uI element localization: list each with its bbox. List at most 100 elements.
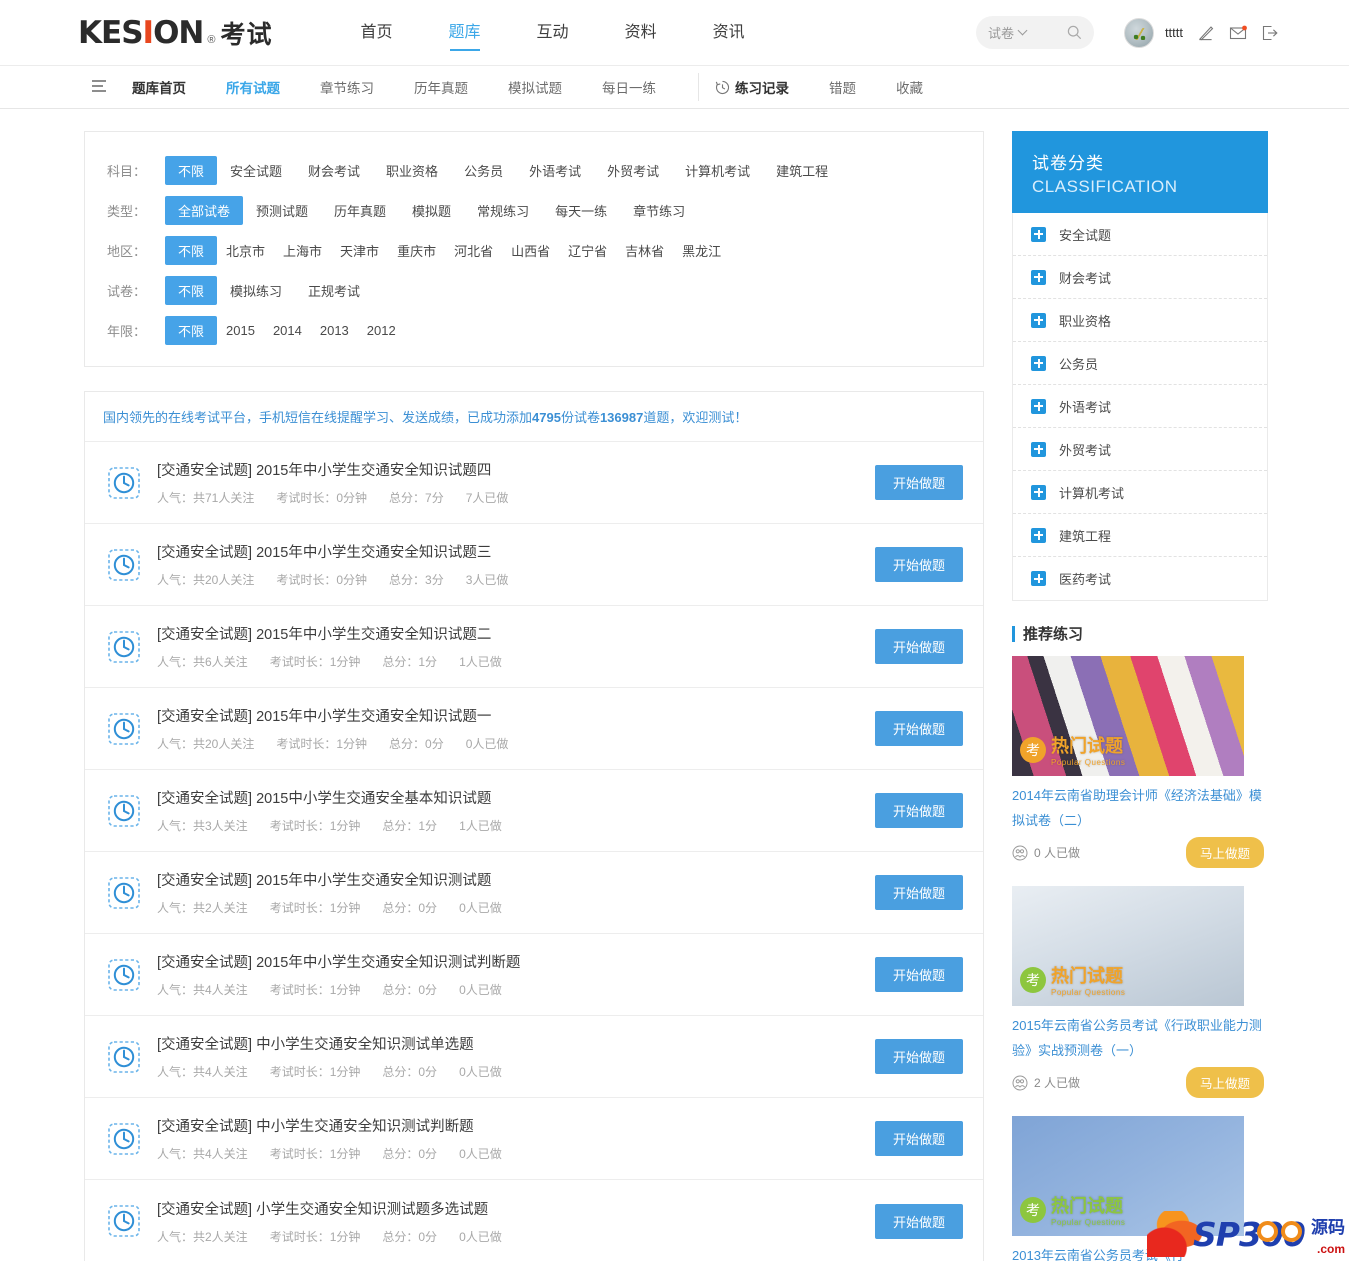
classification-item[interactable]: 计算机考试 (1013, 471, 1267, 514)
filter-option[interactable]: 上海市 (274, 236, 331, 265)
filter-option[interactable]: 安全试题 (217, 156, 295, 185)
plus-icon[interactable] (1031, 484, 1046, 500)
table-row[interactable]: [交通安全试题] 中小学生交通安全知识测试单选题 人气：共4人关注 考试时长：1… (85, 1016, 983, 1098)
filter-option[interactable]: 模拟题 (399, 196, 464, 225)
paper-title[interactable]: [交通安全试题] 2015年中小学生交通安全知识试题三 (157, 541, 863, 562)
do-now-button[interactable]: 马上做题 (1185, 1067, 1264, 1098)
paper-title[interactable]: [交通安全试题] 中小学生交通安全知识测试单选题 (157, 1033, 863, 1054)
filter-option[interactable]: 天津市 (331, 236, 388, 265)
edit-icon[interactable] (1197, 24, 1215, 42)
plus-icon[interactable] (1031, 527, 1046, 543)
table-row[interactable]: [交通安全试题] 小学生交通安全知识测试题多选试题 人气：共2人关注 考试时长：… (85, 1180, 983, 1261)
paper-title[interactable]: [交通安全试题] 中小学生交通安全知识测试判断题 (157, 1115, 863, 1136)
start-exam-button[interactable]: 开始做题 (874, 793, 963, 828)
start-exam-button[interactable]: 开始做题 (874, 629, 963, 664)
site-logo[interactable]: KESION ® 考试 (78, 15, 273, 51)
paper-title[interactable]: [交通安全试题] 2015年中小学生交通安全知识测试判断题 (157, 951, 863, 972)
nav-item-materials[interactable]: 资料 (597, 0, 685, 65)
subnav-item-favorites[interactable]: 收藏 (876, 77, 943, 97)
plus-icon[interactable] (1031, 398, 1046, 414)
table-row[interactable]: [交通安全试题] 2015年中小学生交通安全知识测试判断题 人气：共4人关注 考… (85, 934, 983, 1016)
filter-option[interactable]: 山西省 (502, 236, 559, 265)
filter-option[interactable]: 辽宁省 (559, 236, 616, 265)
paper-title[interactable]: [交通安全试题] 2015中小学生交通安全基本知识试题 (157, 787, 863, 808)
classification-item[interactable]: 安全试题 (1013, 213, 1267, 256)
paper-title[interactable]: [交通安全试题] 2015年中小学生交通安全知识测试题 (157, 869, 863, 890)
filter-option[interactable]: 河北省 (445, 236, 502, 265)
filter-option[interactable]: 不限 (165, 155, 218, 185)
filter-option[interactable]: 财会考试 (295, 156, 373, 185)
recommend-card-title[interactable]: 2013年云南省公务员考试《行 (1012, 1236, 1268, 1261)
plus-icon[interactable] (1031, 355, 1046, 371)
subnav-item-all-questions[interactable]: 所有试题 (206, 77, 300, 97)
filter-option[interactable]: 2014 (264, 318, 311, 343)
table-row[interactable]: [交通安全试题] 2015年中小学生交通安全知识试题四 人气：共71人关注 考试… (85, 442, 983, 524)
filter-option[interactable]: 每天一练 (542, 196, 620, 225)
nav-item-interaction[interactable]: 互动 (509, 0, 597, 65)
filter-option[interactable]: 预测试题 (243, 196, 321, 225)
filter-option[interactable]: 北京市 (217, 236, 274, 265)
filter-option[interactable]: 2013 (311, 318, 358, 343)
subnav-item-bank-home[interactable]: 题库首页 (120, 77, 206, 97)
table-row[interactable]: [交通安全试题] 2015中小学生交通安全基本知识试题 人气：共3人关注 考试时… (85, 770, 983, 852)
filter-option[interactable]: 正规考试 (295, 276, 373, 305)
search-icon[interactable] (1067, 25, 1082, 40)
filter-option[interactable]: 计算机考试 (672, 156, 763, 185)
start-exam-button[interactable]: 开始做题 (874, 1203, 963, 1239)
filter-option[interactable]: 全部试卷 (165, 195, 244, 225)
filter-option[interactable]: 2012 (358, 318, 405, 343)
nav-item-question-bank[interactable]: 题库 (421, 0, 509, 65)
filter-option[interactable]: 重庆市 (388, 236, 445, 265)
recommend-card[interactable]: 考 热门试题 Popular Questions 2015年云南省公务员考试《行政… (1012, 886, 1268, 1098)
avatar[interactable] (1123, 17, 1154, 48)
paper-title[interactable]: [交通安全试题] 2015年中小学生交通安全知识试题一 (157, 705, 863, 726)
filter-option[interactable]: 历年真题 (321, 196, 399, 225)
filter-option[interactable]: 外语考试 (516, 156, 594, 185)
logout-icon[interactable] (1261, 24, 1279, 42)
recommend-thumbnail[interactable]: 考 热门试题 Popular Questions (1012, 656, 1244, 776)
plus-icon[interactable] (1031, 226, 1046, 242)
mail-icon[interactable] (1229, 24, 1247, 42)
subnav-item-chapter-practice[interactable]: 章节练习 (300, 77, 394, 97)
filter-option[interactable]: 黑龙江 (673, 236, 730, 265)
recommend-card[interactable]: 考 热门试题 Popular Questions 2013年云南省公务员考试《行 (1012, 1116, 1268, 1261)
filter-option[interactable]: 章节练习 (620, 196, 698, 225)
table-row[interactable]: [交通安全试题] 2015年中小学生交通安全知识试题一 人气：共20人关注 考试… (85, 688, 983, 770)
table-row[interactable]: [交通安全试题] 2015年中小学生交通安全知识测试题 人气：共2人关注 考试时… (85, 852, 983, 934)
table-row[interactable]: [交通安全试题] 2015年中小学生交通安全知识试题二 人气：共6人关注 考试时… (85, 606, 983, 688)
plus-icon[interactable] (1031, 269, 1046, 285)
plus-icon[interactable] (1031, 571, 1046, 586)
plus-icon[interactable] (1031, 312, 1046, 328)
filter-option[interactable]: 外贸考试 (594, 156, 672, 185)
filter-option[interactable]: 职业资格 (373, 156, 451, 185)
subnav-item-practice-record[interactable]: 练习记录 (735, 77, 809, 97)
start-exam-button[interactable]: 开始做题 (874, 711, 963, 746)
classification-item[interactable]: 外语考试 (1013, 385, 1267, 428)
start-exam-button[interactable]: 开始做题 (874, 465, 963, 500)
recommend-card[interactable]: 考 热门试题 Popular Questions 2014年云南省助理会计师《经济… (1012, 656, 1268, 868)
start-exam-button[interactable]: 开始做题 (874, 1039, 963, 1074)
start-exam-button[interactable]: 开始做题 (874, 957, 963, 992)
filter-option[interactable]: 不限 (165, 235, 218, 265)
table-row[interactable]: [交通安全试题] 中小学生交通安全知识测试判断题 人气：共4人关注 考试时长：1… (85, 1098, 983, 1180)
nav-item-news[interactable]: 资讯 (685, 0, 773, 65)
nav-item-home[interactable]: 首页 (333, 0, 421, 65)
filter-option[interactable]: 不限 (165, 275, 218, 305)
paper-title[interactable]: [交通安全试题] 2015年中小学生交通安全知识试题四 (157, 459, 863, 480)
paper-title[interactable]: [交通安全试题] 小学生交通安全知识测试题多选试题 (157, 1198, 863, 1219)
classification-item[interactable]: 财会考试 (1013, 256, 1267, 299)
do-now-button[interactable]: 马上做题 (1185, 837, 1264, 868)
start-exam-button[interactable]: 开始做题 (874, 1121, 963, 1156)
table-row[interactable]: [交通安全试题] 2015年中小学生交通安全知识试题三 人气：共20人关注 考试… (85, 524, 983, 606)
subnav-item-daily-practice[interactable]: 每日一练 (582, 77, 676, 97)
plus-icon[interactable] (1031, 441, 1046, 457)
filter-option[interactable]: 建筑工程 (763, 156, 841, 185)
filter-option[interactable]: 吉林省 (616, 236, 673, 265)
hamburger-icon[interactable] (92, 79, 106, 95)
filter-option[interactable]: 常规练习 (464, 196, 542, 225)
search-box[interactable]: 试卷 (975, 16, 1094, 49)
filter-option[interactable]: 2015 (217, 318, 264, 343)
recommend-card-title[interactable]: 2014年云南省助理会计师《经济法基础》模拟试卷（二） (1012, 776, 1268, 837)
recommend-thumbnail[interactable]: 考 热门试题 Popular Questions (1012, 1116, 1244, 1236)
classification-item[interactable]: 公务员 (1013, 342, 1267, 385)
